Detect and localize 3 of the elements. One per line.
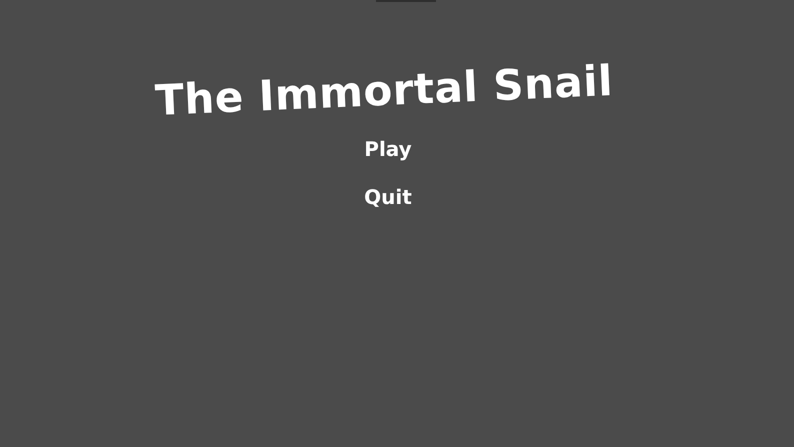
menu-button[interactable]: Quit bbox=[360, 183, 416, 211]
game-title: The Immortal Snail bbox=[154, 56, 614, 125]
menu-button[interactable]: Play bbox=[360, 135, 416, 163]
